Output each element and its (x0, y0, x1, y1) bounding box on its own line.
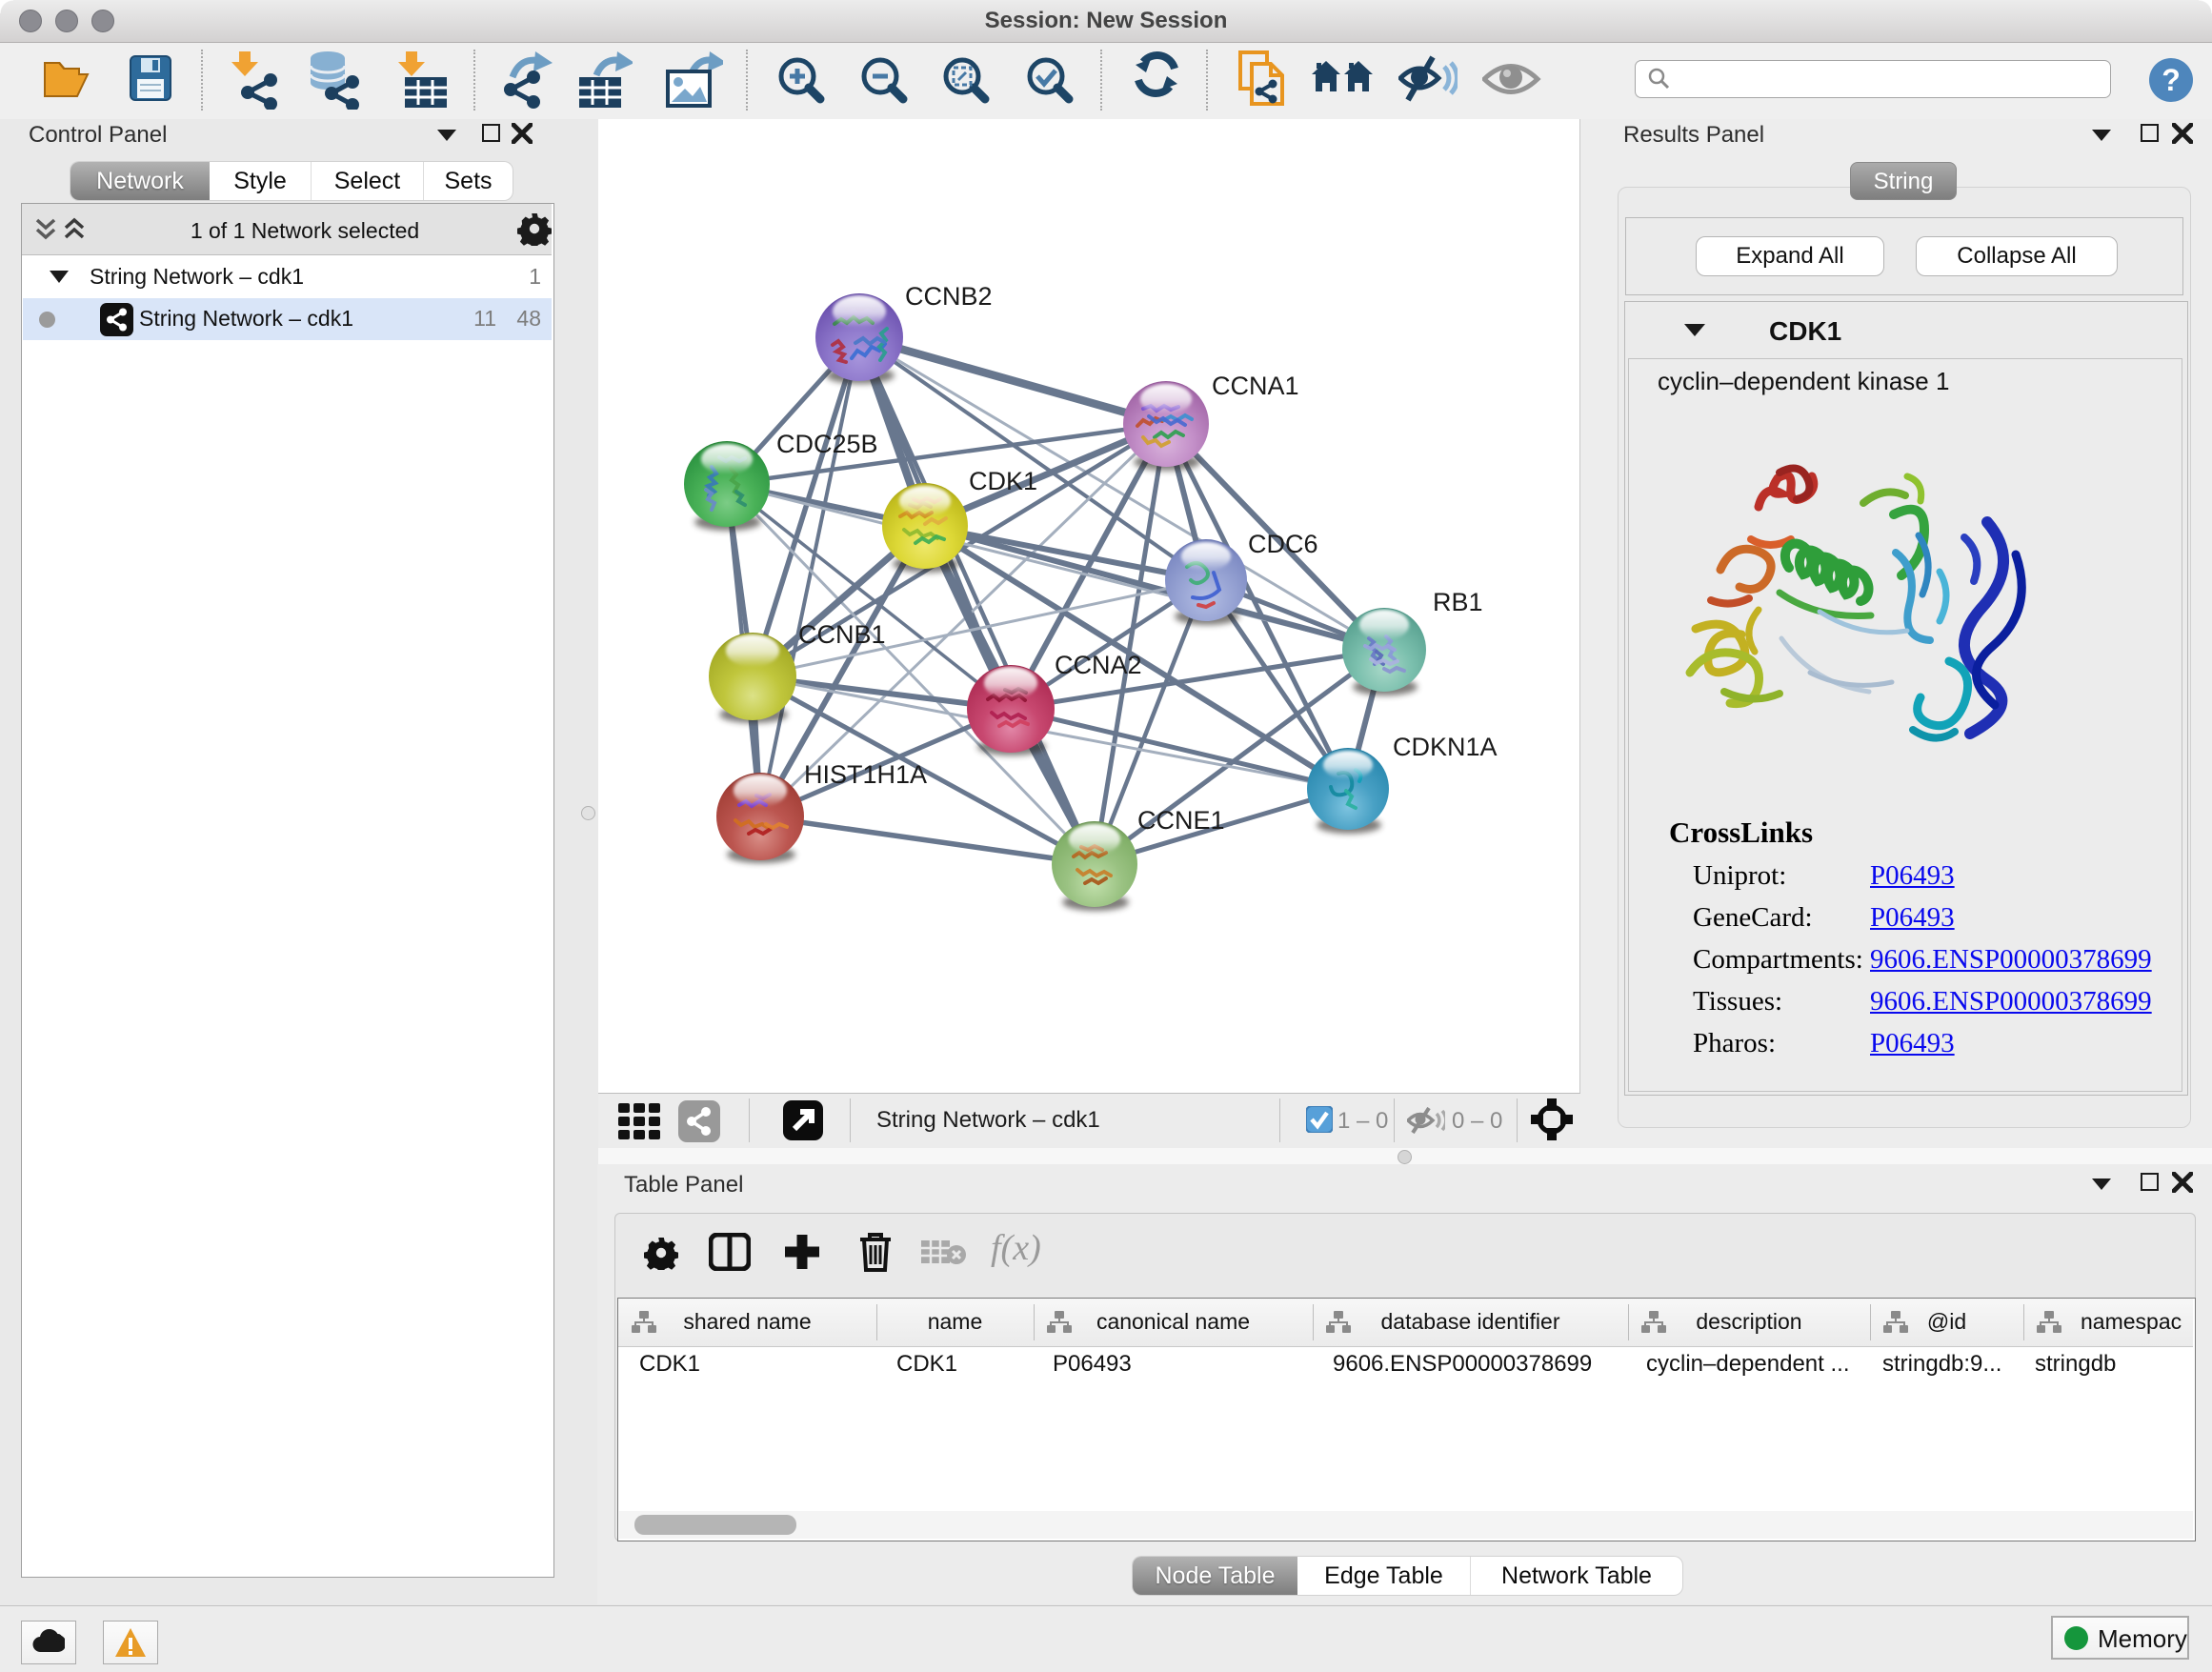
svg-text:CCNB1: CCNB1 (798, 620, 886, 649)
svg-text:CCNE1: CCNE1 (1137, 806, 1225, 835)
svg-text:CCNA1: CCNA1 (1212, 372, 1299, 400)
svg-text:CDKN1A: CDKN1A (1393, 733, 1498, 761)
svg-text:CCNA2: CCNA2 (1055, 651, 1142, 679)
svg-text:?: ? (2162, 63, 2181, 97)
svg-text:CDK1: CDK1 (969, 467, 1037, 495)
svg-text:CCNB2: CCNB2 (905, 282, 993, 311)
svg-text:CDC25B: CDC25B (776, 430, 878, 458)
svg-text:RB1: RB1 (1433, 588, 1483, 616)
svg-text:HIST1H1A: HIST1H1A (804, 760, 927, 789)
svg-text:CDC6: CDC6 (1248, 530, 1318, 558)
